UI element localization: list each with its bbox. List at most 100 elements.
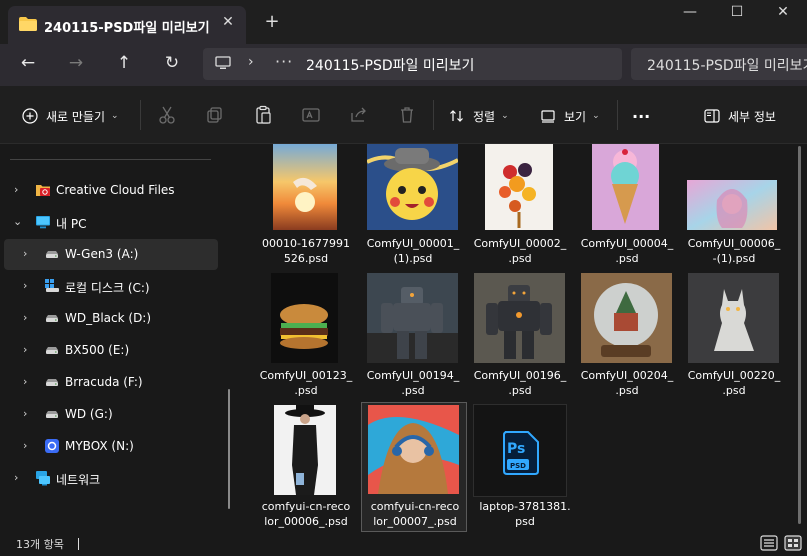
more-options-button[interactable]: ··· (632, 105, 650, 127)
command-bar: 새로 만들기 ⌄ 정렬 ⌄ 보기 ⌄ ··· 세부 정보 (0, 86, 807, 144)
thumbnail-image (271, 273, 338, 363)
sidebar-item-mybox[interactable]: › MYBOX (N:) (4, 431, 218, 462)
new-tab-button[interactable]: + (262, 11, 282, 32)
chevron-right-icon[interactable]: › (14, 471, 18, 484)
pc-icon (215, 56, 231, 69)
sidebar-item-w-gen3[interactable]: › W-Gen3 (A:) (4, 239, 218, 270)
sidebar-item-brracuda[interactable]: › Brracuda (F:) (4, 367, 218, 398)
thumbnail-image (273, 144, 337, 230)
navigation-bar: ← → ↑ ↻ › ··· 240115-PSD파일 미리보기 240115-P… (0, 44, 807, 86)
drive-icon (46, 251, 58, 258)
chevron-right-icon[interactable]: › (23, 279, 27, 292)
sort-button[interactable]: 정렬 ⌄ (449, 105, 509, 127)
chevron-right-icon[interactable]: › (23, 407, 27, 420)
file-grid: 00010-1677991 526.psd ComfyUI_00001_ (1).p… (238, 144, 807, 532)
breadcrumb-current[interactable]: 240115-PSD파일 미리보기 (306, 55, 474, 75)
chevron-right-icon[interactable]: › (14, 183, 18, 196)
mybox-icon (45, 439, 59, 453)
copy-icon[interactable] (204, 104, 226, 126)
tab-title: 240115-PSD파일 미리보기 (44, 21, 210, 36)
share-icon[interactable] (348, 104, 370, 126)
title-bar: 240115-PSD파일 미리보기 ✕ + — ☐ ✕ (0, 0, 807, 44)
chevron-right-icon[interactable]: › (23, 343, 27, 356)
file-item[interactable]: ComfyUI_00194_ .psd (360, 273, 466, 403)
sidebar-item-creative-cloud[interactable]: › Creative Cloud Files (4, 175, 218, 206)
file-name: ComfyUI_00004_ .psd (580, 237, 674, 265)
breadcrumb-overflow-button[interactable]: ··· (275, 52, 293, 71)
file-item[interactable]: ComfyUI_00006_ -(1).psd (681, 144, 787, 272)
sidebar-item-label: MYBOX (N:) (65, 439, 134, 453)
up-button[interactable]: ↑ (110, 53, 138, 77)
cut-icon[interactable] (156, 104, 178, 126)
address-bar[interactable]: › ··· 240115-PSD파일 미리보기 (203, 48, 622, 80)
forward-button[interactable]: → (62, 53, 90, 77)
divider (10, 159, 211, 160)
details-view-button[interactable] (760, 535, 778, 551)
chevron-right-icon[interactable]: › (23, 311, 27, 324)
file-name: ComfyUI_00194_ .psd (366, 369, 460, 397)
drive-icon (46, 411, 58, 418)
chevron-down-icon: ⌄ (501, 111, 509, 121)
chevron-down-icon: ⌄ (592, 111, 600, 121)
tab-close-icon[interactable]: ✕ (219, 14, 237, 30)
sidebar-item-wd[interactable]: › WD (G:) (4, 399, 218, 430)
file-item[interactable]: ComfyUI_00001_ (1).psd (360, 144, 466, 272)
tab-active[interactable]: 240115-PSD파일 미리보기 ✕ (8, 6, 246, 44)
sidebar-item-this-pc[interactable]: ⌄ 내 PC (4, 207, 218, 238)
divider (433, 100, 434, 130)
file-item[interactable]: ComfyUI_00204_ .psd (574, 273, 680, 403)
chevron-right-icon[interactable]: › (23, 247, 27, 260)
sidebar-scrollbar[interactable] (228, 389, 230, 509)
large-icons-view-button[interactable] (784, 535, 802, 551)
sidebar-item-label: Brracuda (F:) (65, 375, 143, 389)
details-label: 세부 정보 (728, 109, 776, 124)
thumbnail-image (368, 405, 459, 494)
item-count: 13개 항목 (16, 538, 64, 551)
file-item-selected[interactable]: comfyui-cn-reco lor_00007_.psd (361, 402, 467, 532)
delete-icon[interactable] (396, 104, 418, 126)
file-item[interactable]: ComfyUI_00123_ .psd (253, 273, 359, 403)
new-button[interactable]: 새로 만들기 ⌄ (22, 105, 119, 127)
sidebar-item-local-disk[interactable]: › 로컬 디스크 (C:) (4, 271, 218, 302)
maximize-button[interactable]: ☐ (714, 4, 760, 28)
file-item[interactable]: 00010-1677991 526.psd (253, 144, 359, 272)
file-name: ComfyUI_00123_ .psd (259, 369, 353, 397)
file-name: ComfyUI_00006_ -(1).psd (687, 237, 781, 265)
view-button[interactable]: 보기 ⌄ (540, 105, 600, 127)
file-item[interactable]: comfyui-cn-reco lor_00006_.psd (253, 404, 359, 532)
sidebar-item-bx500[interactable]: › BX500 (E:) (4, 335, 218, 366)
search-input[interactable]: 240115-PSD파일 미리보기 (631, 48, 807, 80)
file-item[interactable]: ComfyUI_00002_ .psd (467, 144, 573, 272)
paste-icon[interactable] (252, 104, 274, 126)
minimize-button[interactable]: — (667, 4, 713, 28)
sidebar-item-network[interactable]: › 네트워크 (4, 463, 218, 494)
plus-circle-icon (22, 108, 38, 124)
folder-icon (19, 17, 37, 31)
chevron-down-icon[interactable]: ⌄ (13, 215, 22, 228)
chevron-right-icon[interactable]: › (23, 439, 27, 452)
content-scrollbar[interactable] (798, 146, 801, 524)
photoshop-file-icon: Ps PSD (503, 431, 539, 475)
details-pane-button[interactable]: 세부 정보 (704, 105, 776, 127)
close-window-button[interactable]: ✕ (760, 4, 806, 28)
thumbnail-image (367, 144, 458, 230)
sidebar-item-label: 네트워크 (56, 473, 101, 487)
back-button[interactable]: ← (14, 53, 42, 77)
refresh-button[interactable]: ↻ (158, 53, 186, 77)
file-name: ComfyUI_00196_ .psd (473, 369, 567, 397)
drive-icon (46, 315, 58, 322)
file-item[interactable]: ComfyUI_00196_ .psd (467, 273, 573, 403)
chevron-right-icon[interactable]: › (23, 375, 27, 388)
ps-label: Ps (507, 441, 525, 457)
chevron-down-icon: ⌄ (111, 111, 119, 121)
file-item[interactable]: ComfyUI_00004_ .psd (574, 144, 680, 272)
thumbnail-image (274, 405, 336, 495)
file-item[interactable]: ComfyUI_00220_ .psd (681, 273, 787, 403)
rename-icon[interactable] (300, 104, 322, 126)
sidebar-item-label: 내 PC (56, 217, 87, 231)
breadcrumb-chevron-icon[interactable]: › (248, 54, 254, 70)
sidebar-item-wd-black[interactable]: › WD_Black (D:) (4, 303, 218, 334)
network-icon (36, 471, 50, 486)
windows-drive-icon (45, 279, 59, 292)
file-item[interactable]: Ps PSD laptop-3781381. psd (472, 404, 578, 532)
